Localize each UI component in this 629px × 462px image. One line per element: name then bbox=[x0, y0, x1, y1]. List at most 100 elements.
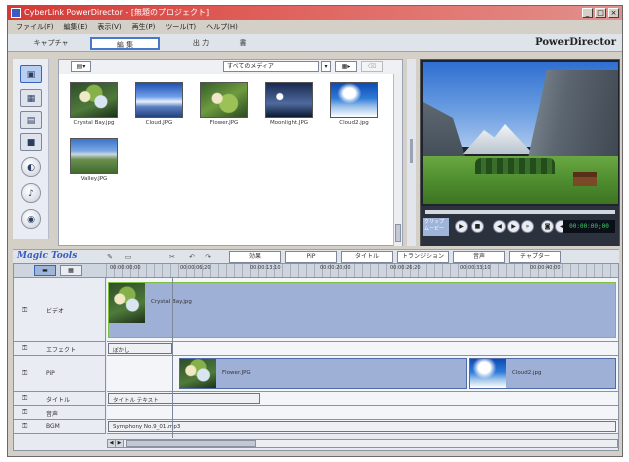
transition-room-button[interactable]: ◐ bbox=[21, 157, 41, 177]
track-name: BGM bbox=[46, 423, 60, 430]
magic-wand-icon[interactable]: ✎ bbox=[103, 252, 117, 262]
track-name: タイトル bbox=[46, 397, 71, 404]
effect-room-button[interactable]: ▦ bbox=[20, 89, 42, 107]
music-clip[interactable]: Symphony No.9_01.mp3 bbox=[108, 421, 616, 432]
tab-chapter[interactable]: チャプター bbox=[509, 251, 561, 263]
track-pip[interactable]: Flower.JPG Cloud2.jpg bbox=[107, 356, 618, 392]
view-mode-button[interactable]: ▦▸ bbox=[335, 61, 357, 72]
tab-edit[interactable]: 編 集 bbox=[90, 37, 160, 50]
tab-capture[interactable]: キャプチャ bbox=[16, 37, 86, 50]
menu-edit[interactable]: 編集(E) bbox=[64, 21, 88, 33]
track-header-pip[interactable]: ⚿ PiP bbox=[14, 356, 106, 392]
media-item[interactable]: Cloud2.jpg bbox=[327, 82, 381, 126]
pip-clip[interactable]: Flower.JPG bbox=[179, 358, 467, 389]
menu-view[interactable]: 表示(V) bbox=[97, 21, 121, 33]
minimize-button[interactable]: _ bbox=[582, 8, 593, 18]
chapter-room-button[interactable]: ◉ bbox=[21, 209, 41, 229]
effect-clip[interactable]: ぼかし bbox=[108, 343, 172, 354]
media-item[interactable]: Crystal Bay.jpg bbox=[67, 82, 121, 126]
media-thumbnail bbox=[265, 82, 313, 118]
snapshot-button[interactable]: ◙ bbox=[541, 220, 554, 233]
close-button[interactable]: × bbox=[608, 8, 619, 18]
media-thumbnail bbox=[70, 82, 118, 118]
clip-label: Symphony No.9_01.mp3 bbox=[113, 424, 181, 430]
lock-icon[interactable]: ⚿ bbox=[22, 408, 27, 417]
media-filter-select[interactable]: すべてのメディア bbox=[223, 61, 319, 72]
trash-icon: ⌫ bbox=[367, 63, 377, 70]
media-item[interactable]: Valley.JPG bbox=[67, 138, 121, 182]
media-thumbnail bbox=[200, 82, 248, 118]
next-frame-button[interactable]: ▶ bbox=[507, 220, 520, 233]
import-dropdown[interactable]: ▤▾ bbox=[71, 61, 91, 72]
track-name: PiP bbox=[46, 370, 55, 377]
library-scrollbar[interactable] bbox=[393, 74, 402, 246]
magic-fix-icon[interactable]: ▭ bbox=[121, 252, 135, 262]
scroll-right-icon[interactable]: ▶ bbox=[116, 440, 124, 447]
lock-icon[interactable]: ⚿ bbox=[22, 344, 27, 353]
tab-pip[interactable]: PiP bbox=[285, 251, 337, 263]
fast-forward-button[interactable]: » bbox=[521, 220, 534, 233]
storyboard-view-button[interactable]: ▦ bbox=[60, 265, 82, 276]
pip-clip[interactable]: Cloud2.jpg bbox=[469, 358, 616, 389]
lock-icon[interactable]: ⚿ bbox=[22, 422, 27, 431]
undo-icon[interactable]: ↶ bbox=[185, 252, 199, 262]
media-item[interactable]: Moonlight.JPG bbox=[262, 82, 316, 126]
delete-media-button[interactable]: ⌫ bbox=[361, 61, 383, 72]
media-caption: Crystal Bay.jpg bbox=[73, 120, 115, 126]
lock-icon[interactable]: ⚿ bbox=[22, 306, 27, 315]
track-effect[interactable]: ぼかし bbox=[107, 342, 618, 356]
previous-frame-button[interactable]: ◀ bbox=[493, 220, 506, 233]
track-header-video[interactable]: ⚿ ビデオ bbox=[14, 278, 106, 342]
panel-splitter[interactable] bbox=[407, 59, 416, 246]
preview-seek-slider[interactable] bbox=[425, 210, 615, 214]
play-button[interactable]: ▶ bbox=[455, 220, 468, 233]
timeline-view-button[interactable]: ▬ bbox=[34, 265, 56, 276]
app-window: CyberLink PowerDirector - [無題のプロジェクト] _ … bbox=[7, 5, 623, 457]
media-item[interactable]: Flower.JPG bbox=[197, 82, 251, 126]
playhead[interactable] bbox=[172, 278, 173, 438]
scroll-left-icon[interactable]: ◀ bbox=[108, 440, 116, 447]
filter-dropdown-arrow[interactable]: ▾ bbox=[321, 61, 331, 72]
tab-effects[interactable]: 効果 bbox=[229, 251, 281, 263]
split-clip-icon[interactable]: ✂ bbox=[165, 252, 179, 262]
clip-thumbnail bbox=[180, 359, 216, 388]
media-thumbnail bbox=[135, 82, 183, 118]
menu-tools[interactable]: ツール(T) bbox=[165, 21, 196, 33]
timeline-scrollbar[interactable]: ◀ ▶ bbox=[107, 439, 618, 448]
title-clip[interactable]: タイトル テキスト bbox=[108, 393, 260, 404]
track-video[interactable]: Crystal Bay.jpg bbox=[107, 278, 618, 342]
track-header-bgm[interactable]: ⚿ BGM bbox=[14, 420, 106, 434]
menu-file[interactable]: ファイル(F) bbox=[16, 21, 54, 33]
video-clip[interactable]: Crystal Bay.jpg bbox=[108, 282, 616, 338]
track-header-voice[interactable]: ⚿ 音声 bbox=[14, 406, 106, 420]
tab-transition[interactable]: トランジション bbox=[397, 251, 449, 263]
lock-icon[interactable]: ⚿ bbox=[22, 369, 27, 378]
stop-button[interactable]: ■ bbox=[471, 220, 484, 233]
lock-icon[interactable]: ⚿ bbox=[22, 394, 27, 403]
tab-title[interactable]: タイトル bbox=[341, 251, 393, 263]
scroll-thumb[interactable] bbox=[126, 440, 256, 447]
redo-icon[interactable]: ↷ bbox=[201, 252, 215, 262]
track-title[interactable]: タイトル テキスト bbox=[107, 392, 618, 406]
pip-room-button[interactable]: ▤ bbox=[20, 111, 42, 129]
audio-room-button[interactable]: ♪ bbox=[21, 183, 41, 203]
track-bgm[interactable]: Symphony No.9_01.mp3 bbox=[107, 420, 618, 434]
track-header-effect[interactable]: ⚿ エフェクト bbox=[14, 342, 106, 356]
media-room-button[interactable]: ▣ bbox=[20, 65, 42, 83]
title-room-button[interactable]: ■ bbox=[20, 133, 42, 151]
timecode-display[interactable]: 00:00:00;00 bbox=[563, 220, 615, 233]
fast-forward-icon: » bbox=[525, 223, 530, 230]
timeline-ruler[interactable]: ▬ ▦ 00:00:00;00 00:00:06;20 00:00:13;10 … bbox=[14, 264, 618, 278]
menu-help[interactable]: ヘルプ(H) bbox=[206, 21, 238, 33]
maximize-button[interactable]: □ bbox=[595, 8, 606, 18]
track-header-title[interactable]: ⚿ タイトル bbox=[14, 392, 106, 406]
stop-icon: ■ bbox=[474, 223, 481, 230]
clip-label: Flower.JPG bbox=[222, 370, 251, 376]
track-voice[interactable] bbox=[107, 406, 618, 420]
media-item[interactable]: Cloud.JPG bbox=[132, 82, 186, 126]
tab-audio[interactable]: 音声 bbox=[453, 251, 505, 263]
scroll-thumb[interactable] bbox=[395, 224, 401, 242]
clip-movie-toggle[interactable]: クリップ ムービー bbox=[423, 218, 449, 236]
tab-disc[interactable]: 書 bbox=[223, 37, 263, 50]
menu-playback[interactable]: 再生(P) bbox=[132, 21, 156, 33]
